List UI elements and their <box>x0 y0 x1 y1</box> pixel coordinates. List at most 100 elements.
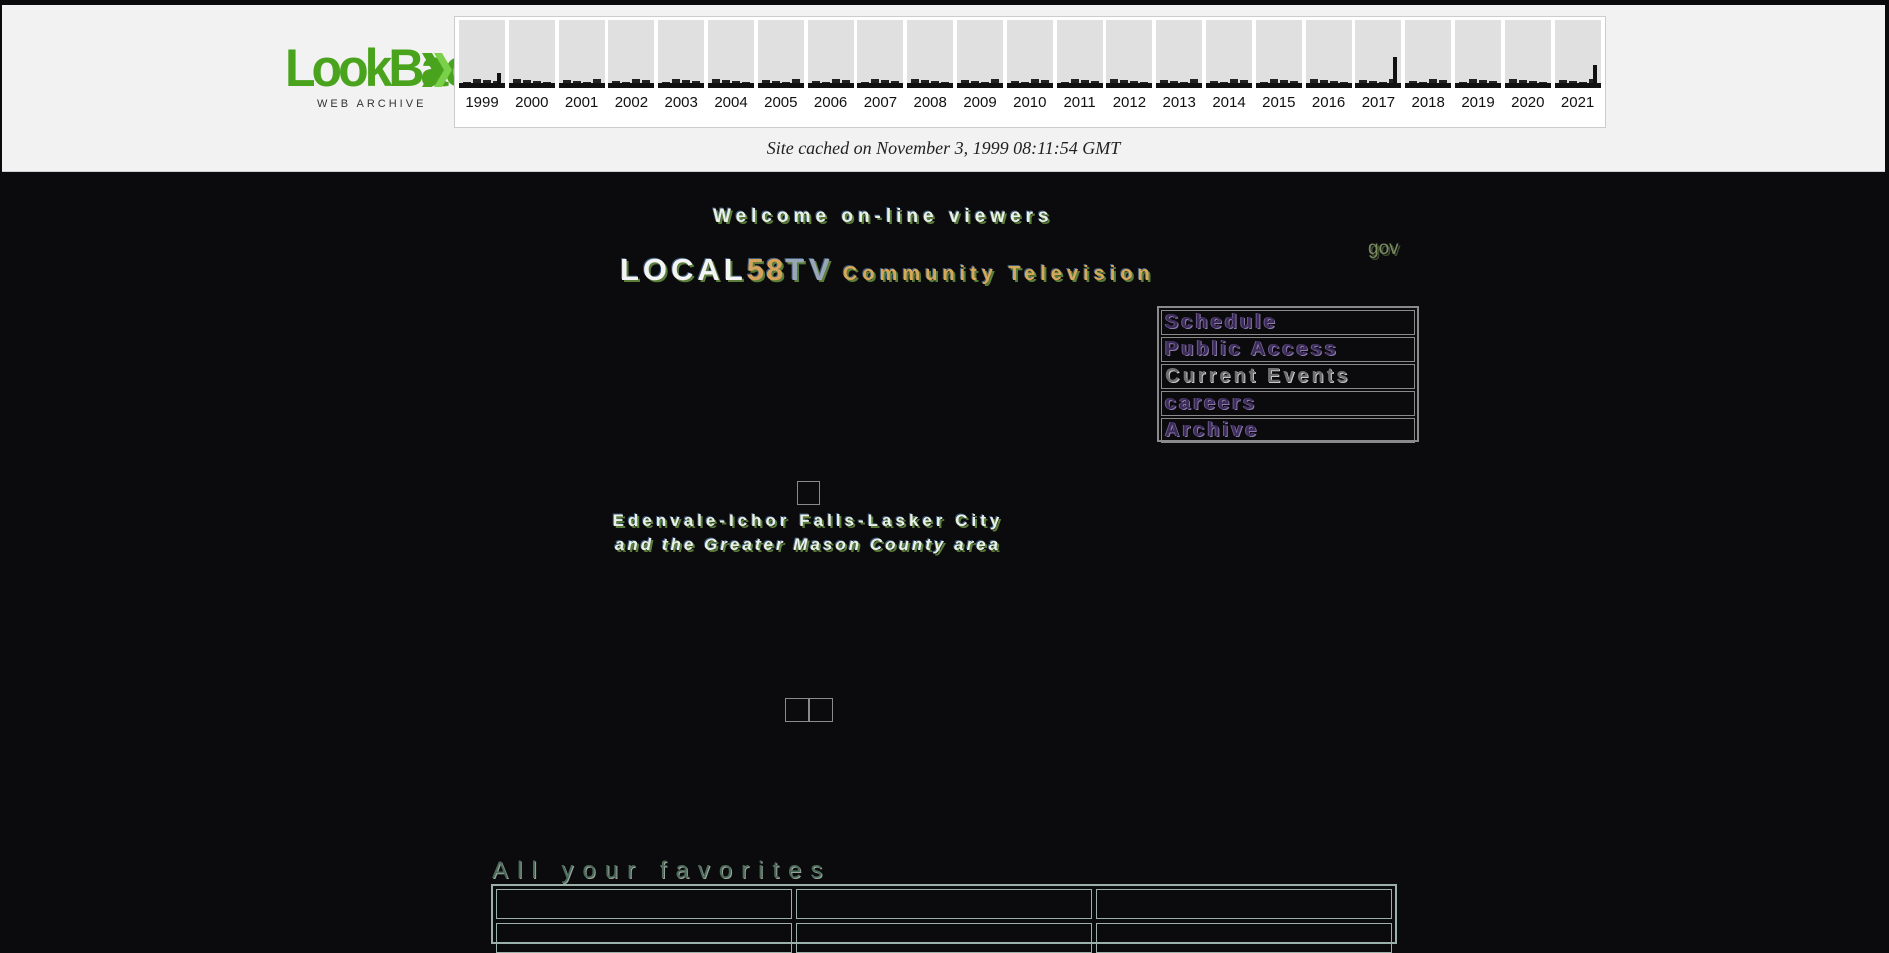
year-2010[interactable]: 2010 <box>1006 20 1053 122</box>
year-label: 2006 <box>813 94 848 111</box>
nav-item-public-access[interactable]: Public Access <box>1161 337 1415 362</box>
table-cell <box>1096 889 1392 919</box>
title-tagline: Community Television <box>842 263 1155 285</box>
year-2012[interactable]: 2012 <box>1106 20 1153 122</box>
year-activity-bars <box>1156 79 1203 88</box>
year-activity-bars <box>459 73 505 88</box>
year-2008[interactable]: 2008 <box>907 20 954 122</box>
table-cell <box>496 889 792 919</box>
year-2017[interactable]: 2017 <box>1355 20 1402 122</box>
welcome-heading: Welcome on-line viewers <box>713 206 1054 227</box>
table-cell <box>1096 923 1392 953</box>
year-label: 2014 <box>1212 94 1246 111</box>
favorites-heading: All your favorites <box>492 857 832 884</box>
year-activity-bars <box>1056 79 1103 88</box>
year-activity-bars <box>857 79 904 88</box>
year-label: 2008 <box>913 94 947 111</box>
year-label: 2010 <box>1013 94 1047 111</box>
year-label: 2003 <box>664 94 698 111</box>
year-label: 2020 <box>1511 94 1545 111</box>
year-label: 2013 <box>1162 94 1196 111</box>
year-2018[interactable]: 2018 <box>1405 20 1452 122</box>
year-activity-bars <box>1455 79 1501 88</box>
year-2005[interactable]: 2005 <box>757 20 804 122</box>
year-2000[interactable]: 2000 <box>508 20 555 122</box>
year-activity-bars <box>558 79 605 88</box>
year-label: 2015 <box>1262 94 1296 111</box>
site-title: LOCAL58TV Community Television <box>620 252 1155 288</box>
gov-link[interactable]: gov <box>1368 238 1399 260</box>
towns-line-2: and the Greater Mason County area <box>614 535 1002 554</box>
year-1999[interactable]: 1999 <box>459 20 505 122</box>
table-cell <box>796 889 1092 919</box>
year-timeline: 1999 2000 2001 2002 2003 2004 2005 2006 2007 2008… <box>454 16 1606 128</box>
year-activity-bars <box>807 79 854 88</box>
year-2015[interactable]: 2015 <box>1255 20 1302 122</box>
year-2013[interactable]: 2013 <box>1156 20 1203 122</box>
year-label: 2001 <box>564 94 599 111</box>
year-2001[interactable]: 2001 <box>558 20 605 122</box>
year-2020[interactable]: 2020 <box>1504 20 1551 122</box>
year-label: 2019 <box>1461 94 1495 111</box>
year-2003[interactable]: 2003 <box>658 20 705 122</box>
year-label: 2016 <box>1311 94 1346 111</box>
year-2019[interactable]: 2019 <box>1455 20 1501 122</box>
nav-item-schedule[interactable]: Schedule <box>1161 310 1415 335</box>
title-local: LOCAL <box>620 252 747 287</box>
table-cell <box>496 923 792 953</box>
year-label: 2000 <box>515 94 549 111</box>
year-label: 2012 <box>1112 94 1147 111</box>
year-2011[interactable]: 2011 <box>1056 20 1103 122</box>
year-activity-bars <box>957 79 1003 88</box>
year-label: 2009 <box>963 94 997 111</box>
year-label: 2007 <box>863 94 898 111</box>
cached-date: Site cached on November 3, 1999 08:11:54… <box>766 138 1121 158</box>
year-activity-bars <box>1504 79 1551 88</box>
year-activity-bars <box>1255 79 1302 88</box>
year-activity-bars <box>1355 57 1402 88</box>
image-placeholder-right <box>809 698 833 722</box>
year-label: 1999 <box>465 94 499 111</box>
year-label: 2017 <box>1361 94 1396 111</box>
lookback-logo[interactable]: LookBack WEB ARCHIVE <box>285 39 496 114</box>
year-activity-bars <box>708 79 754 88</box>
year-2021[interactable]: 2021 <box>1554 20 1601 122</box>
nav-item-current-events[interactable]: Current Events <box>1161 364 1415 389</box>
year-activity-bars <box>658 79 705 88</box>
year-activity-bars <box>1305 79 1352 88</box>
year-2007[interactable]: 2007 <box>857 20 904 122</box>
towns-line-1: Edenvale-Ichor Falls-Lasker City <box>612 511 1004 530</box>
year-2016[interactable]: 2016 <box>1305 20 1352 122</box>
year-2009[interactable]: 2009 <box>957 20 1003 122</box>
year-activity-bars <box>1405 79 1452 88</box>
chevrons-icon <box>422 53 452 87</box>
table-cell <box>796 923 1092 953</box>
image-placeholder <box>797 481 820 505</box>
nav-menu: Schedule Public Access Current Events ca… <box>1157 306 1419 443</box>
year-activity-bars <box>1554 65 1601 88</box>
year-activity-bars <box>1206 79 1252 88</box>
year-activity-bars <box>608 79 655 88</box>
year-activity-bars <box>1106 79 1153 88</box>
year-activity-bars <box>907 79 954 88</box>
year-label: 2004 <box>714 94 748 111</box>
year-activity-bars <box>508 79 555 88</box>
year-activity-bars <box>757 79 804 88</box>
nav-item-careers[interactable]: careers <box>1161 391 1415 416</box>
title-number: 58 <box>746 252 786 287</box>
archive-banner: LookBack WEB ARCHIVE 1999 2000 2001 2002 200… <box>2 5 1885 172</box>
logo-subtitle: WEB ARCHIVE <box>317 98 427 110</box>
image-placeholder-left <box>785 698 809 722</box>
year-label: 2002 <box>614 94 649 111</box>
year-label: 2011 <box>1063 94 1096 111</box>
year-label: 2021 <box>1560 94 1595 111</box>
favorites-table <box>491 884 1397 953</box>
year-2002[interactable]: 2002 <box>608 20 655 122</box>
year-2004[interactable]: 2004 <box>708 20 754 122</box>
year-2014[interactable]: 2014 <box>1206 20 1252 122</box>
nav-item-archive[interactable]: Archive <box>1161 418 1415 443</box>
year-2006[interactable]: 2006 <box>807 20 854 122</box>
service-area: Edenvale-Ichor Falls-Lasker City and the… <box>560 511 1056 555</box>
year-label: 2005 <box>764 94 798 111</box>
year-label: 2018 <box>1411 94 1445 111</box>
